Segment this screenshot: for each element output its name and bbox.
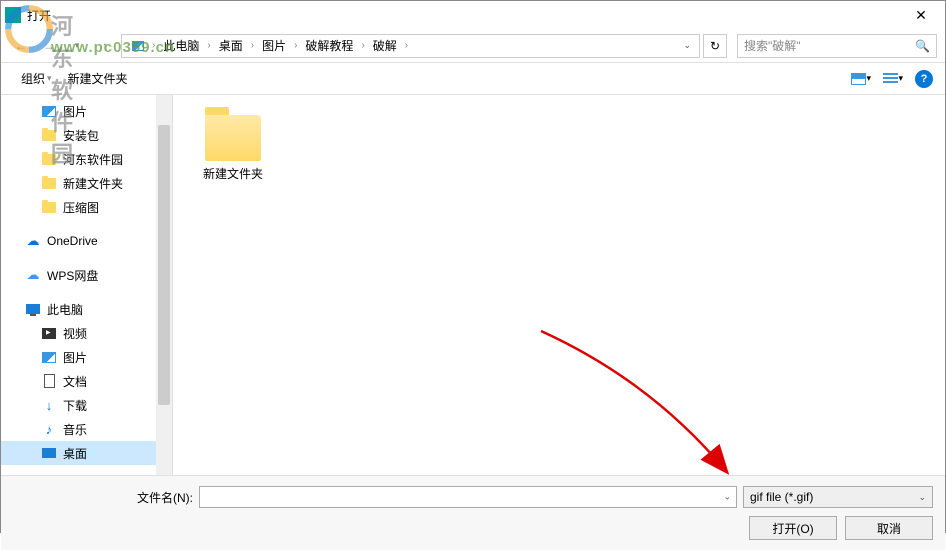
sidebar-item-pictures[interactable]: 图片: [1, 99, 172, 123]
chevron-right-icon: ›: [359, 40, 366, 51]
breadcrumb-segment[interactable]: 桌面: [213, 35, 249, 57]
sidebar-item-downloads[interactable]: ↓下载: [1, 393, 172, 417]
view-details-button[interactable]: ▾: [883, 71, 903, 87]
toolbar: 组织 ▾ 新建文件夹 ▾ ▾ ?: [1, 63, 945, 95]
titlebar: 打开 ✕: [1, 1, 945, 29]
sidebar-item-desktop[interactable]: 桌面: [1, 441, 172, 465]
organize-button[interactable]: 组织 ▾: [13, 68, 60, 89]
breadcrumb-segment[interactable]: [126, 35, 150, 57]
breadcrumb-segment[interactable]: 破解: [367, 35, 403, 57]
search-icon: 🔍: [915, 39, 930, 53]
video-icon: [41, 325, 57, 341]
onedrive-icon: ☁: [25, 233, 41, 249]
music-icon: ♪: [41, 421, 57, 437]
open-button[interactable]: 打开(O): [749, 516, 837, 540]
newfolder-button[interactable]: 新建文件夹: [60, 68, 136, 89]
doc-icon: [41, 373, 57, 389]
folder-icon: [205, 115, 261, 161]
breadcrumb-segment[interactable]: 破解教程: [299, 35, 359, 57]
close-button[interactable]: ✕: [901, 1, 941, 29]
sidebar: 图片 安装包 河东软件园 新建文件夹 压缩图 ☁OneDrive ☁WPS网盘 …: [1, 95, 173, 475]
recent-button[interactable]: ▾: [65, 34, 89, 58]
sidebar-item-wps[interactable]: ☁WPS网盘: [1, 263, 172, 287]
back-button[interactable]: ←: [9, 34, 33, 58]
file-item-label: 新建文件夹: [203, 165, 263, 182]
folder-icon: [41, 151, 57, 167]
desktop-icon: [41, 445, 57, 461]
pictures-icon: [41, 103, 57, 119]
download-icon: ↓: [41, 397, 57, 413]
chevron-down-icon[interactable]: ⌄: [723, 492, 731, 503]
chevron-right-icon: ›: [292, 40, 299, 51]
file-item[interactable]: 新建文件夹: [193, 115, 273, 182]
breadcrumb-dropdown-icon[interactable]: ⌄: [683, 40, 695, 51]
help-button[interactable]: ?: [915, 70, 933, 88]
filename-input[interactable]: [199, 486, 737, 508]
sidebar-item-folder[interactable]: 新建文件夹: [1, 171, 172, 195]
main-area: 图片 安装包 河东软件园 新建文件夹 压缩图 ☁OneDrive ☁WPS网盘 …: [1, 95, 945, 475]
sidebar-scrollbar[interactable]: [156, 95, 172, 475]
wps-icon: ☁: [25, 267, 41, 283]
filename-label: 文件名(N):: [13, 489, 193, 506]
sidebar-item-videos[interactable]: 视频: [1, 321, 172, 345]
sidebar-item-onedrive[interactable]: ☁OneDrive: [1, 229, 172, 253]
breadcrumb[interactable]: › 此电脑 › 桌面 › 图片 › 破解教程 › 破解 › ⌄: [121, 34, 700, 58]
folder-icon: [41, 175, 57, 191]
pictures-icon: [41, 349, 57, 365]
sidebar-item-documents[interactable]: 文档: [1, 369, 172, 393]
chevron-right-icon: ›: [403, 40, 410, 51]
sidebar-item-music[interactable]: ♪音乐: [1, 417, 172, 441]
filetype-select[interactable]: gif file (*.gif) ⌄: [743, 486, 933, 508]
search-input[interactable]: 搜索"破解" 🔍: [737, 34, 937, 58]
up-button[interactable]: ↑: [93, 34, 117, 58]
address-bar: ← → ▾ ↑ › 此电脑 › 桌面 › 图片 › 破解教程 › 破解 › ⌄ …: [1, 29, 945, 63]
sidebar-item-pictures[interactable]: 图片: [1, 345, 172, 369]
file-list[interactable]: 新建文件夹: [173, 95, 945, 475]
forward-button[interactable]: →: [37, 34, 61, 58]
chevron-right-icon: ›: [249, 40, 256, 51]
refresh-button[interactable]: ↻: [703, 34, 727, 58]
search-placeholder: 搜索"破解": [744, 37, 801, 54]
chevron-right-icon: ›: [150, 40, 157, 51]
sidebar-item-folder[interactable]: 压缩图: [1, 195, 172, 219]
chevron-down-icon: ⌄: [918, 492, 926, 503]
folder-icon: [41, 127, 57, 143]
dialog-footer: 文件名(N): ⌄ gif file (*.gif) ⌄ 打开(O) 取消: [1, 475, 945, 550]
cancel-button[interactable]: 取消: [845, 516, 933, 540]
folder-icon: [41, 199, 57, 215]
sidebar-item-thispc[interactable]: 此电脑: [1, 297, 172, 321]
chevron-right-icon: ›: [205, 40, 212, 51]
view-icons-button[interactable]: ▾: [851, 71, 871, 87]
breadcrumb-segment[interactable]: 此电脑: [157, 35, 205, 57]
sidebar-item-folder[interactable]: 安装包: [1, 123, 172, 147]
breadcrumb-segment[interactable]: 图片: [256, 35, 292, 57]
sidebar-item-folder[interactable]: 河东软件园: [1, 147, 172, 171]
pc-icon: [25, 301, 41, 317]
window-title: 打开: [27, 7, 901, 24]
app-icon: [5, 7, 21, 23]
